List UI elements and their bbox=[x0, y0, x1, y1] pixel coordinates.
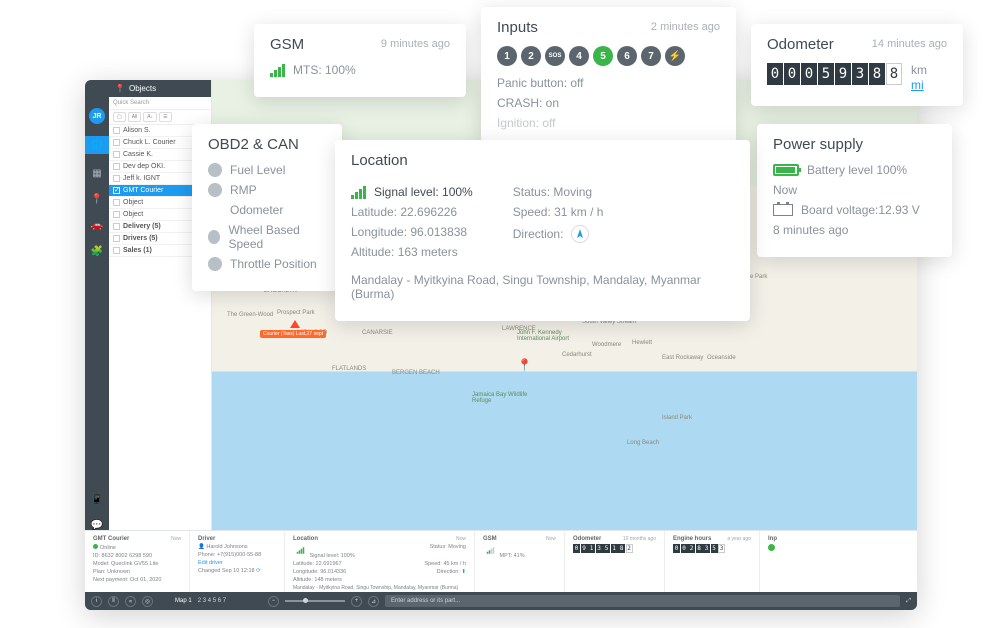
grid-icon[interactable]: ▦ bbox=[90, 166, 104, 180]
expand-icon[interactable]: ⤢ bbox=[906, 598, 911, 605]
battery-icon bbox=[773, 164, 799, 176]
map-label: Cedarhurst bbox=[562, 352, 592, 358]
target-icon[interactable]: ◎ bbox=[142, 596, 153, 607]
odometer-timestamp: 14 minutes ago bbox=[872, 38, 947, 50]
input-pin-4[interactable]: 4 bbox=[569, 46, 589, 66]
filter-all[interactable]: All bbox=[128, 112, 142, 122]
map-label: John F. Kennedy International Airport bbox=[517, 330, 577, 342]
input-pin-bolt[interactable]: ⚡ bbox=[665, 46, 685, 66]
layers-icon[interactable]: ⫴ bbox=[108, 596, 119, 607]
mini-odometer: 09135182 bbox=[573, 544, 656, 553]
inputs-timestamp: 2 minutes ago bbox=[651, 21, 720, 33]
pin-icon[interactable]: 📍 bbox=[90, 192, 104, 206]
phone-icon[interactable]: 📱 bbox=[90, 492, 104, 506]
map-label: Jamaica Bay Wildlife Refuge bbox=[472, 392, 532, 404]
map-tab[interactable]: Map 1 bbox=[175, 598, 192, 604]
input-pin-7[interactable]: 7 bbox=[641, 46, 661, 66]
gsm-timestamp: 9 minutes ago bbox=[381, 38, 450, 50]
unit-mi-link[interactable]: mi bbox=[911, 78, 924, 92]
card-power: Power supply Battery level 100% Now Boar… bbox=[757, 124, 952, 257]
objects-header: 📍Objects bbox=[109, 80, 211, 97]
info-icon[interactable]: i bbox=[91, 596, 102, 607]
address-input[interactable]: Enter address or its part... bbox=[385, 595, 900, 607]
bottom-info-bar: GMT CourierNow Online ID: 8632 8002 6298… bbox=[85, 530, 917, 592]
puzzle-icon[interactable]: 🧩 bbox=[90, 244, 104, 258]
edit-driver-link[interactable]: Edit driver bbox=[198, 560, 276, 566]
map-label: Oceanside bbox=[707, 355, 736, 361]
card-gsm: GSM 9 minutes ago MTS: 100% bbox=[254, 24, 466, 97]
map-label: BERGEN BEACH bbox=[392, 370, 440, 376]
location-title: Location bbox=[351, 152, 734, 169]
input-pin-1[interactable]: 1 bbox=[497, 46, 517, 66]
map-label: FLATLANDS bbox=[332, 366, 366, 372]
object-filters: ▢ All A↓ ☰ bbox=[109, 110, 211, 125]
input-pin-sos[interactable]: SOS bbox=[545, 46, 565, 66]
bottom-bar: i ⫴ ∝ ◎ Map 1 2 3 4 5 6 7 − + ⊿ Enter ad… bbox=[85, 592, 917, 610]
info-inputs: Inp bbox=[760, 531, 790, 592]
avatar[interactable]: JR bbox=[89, 108, 105, 124]
map-label: Prospect Park bbox=[277, 310, 315, 316]
board-voltage-icon bbox=[773, 204, 793, 216]
globe-icon[interactable]: 🌐 bbox=[85, 136, 109, 154]
input-pin-2[interactable]: 2 bbox=[521, 46, 541, 66]
power-title: Power supply bbox=[773, 136, 936, 153]
airport-pin-icon[interactable]: 📍 bbox=[517, 358, 532, 372]
map-label: Island Park bbox=[662, 415, 692, 421]
share-icon[interactable]: ∝ bbox=[125, 596, 136, 607]
card-location: Location Signal level: 100% Latitude: 22… bbox=[335, 140, 750, 321]
signal-icon bbox=[351, 186, 366, 199]
direction-icon bbox=[571, 225, 589, 243]
throttle-icon bbox=[208, 257, 222, 271]
info-location: LocationNow Signal level: 100%Status: Mo… bbox=[285, 531, 475, 592]
obd2-title: OBD2 & CAN bbox=[208, 136, 326, 153]
inputs-pins: 1 2 SOS 4 5 6 7 ⚡ bbox=[497, 46, 720, 66]
input-pin-6[interactable]: 6 bbox=[617, 46, 637, 66]
pin-icon: 📍 bbox=[115, 84, 125, 93]
map-label: Long Beach bbox=[627, 440, 659, 446]
odometer-units: kmmi bbox=[911, 63, 927, 92]
card-obd2: OBD2 & CAN Fuel Level RMP Odometer Wheel… bbox=[192, 124, 342, 291]
speed-icon bbox=[208, 230, 220, 244]
rpm-icon bbox=[208, 183, 222, 197]
map-label: CANARSIE bbox=[362, 330, 393, 336]
zoom-in-icon[interactable]: + bbox=[351, 596, 362, 607]
filter-menu[interactable]: ☰ bbox=[159, 112, 171, 122]
car-icon[interactable]: 🚗 bbox=[90, 218, 104, 232]
input-pin-5[interactable]: 5 bbox=[593, 46, 613, 66]
info-gsm: GSMNow MPT: 41% bbox=[475, 531, 565, 592]
odometer-digits: 00059388 bbox=[767, 63, 903, 85]
map-label: East Rockaway bbox=[662, 355, 703, 361]
info-engine-hours: Engine hoursa year ago 0028353 bbox=[665, 531, 760, 592]
ruler-icon[interactable]: ⊿ bbox=[368, 596, 379, 607]
mini-engine: 0028353 bbox=[673, 544, 751, 553]
fuel-icon bbox=[208, 163, 222, 177]
quick-search[interactable]: Quick Search bbox=[109, 97, 211, 110]
signal-icon bbox=[270, 64, 285, 77]
map-pin[interactable] bbox=[290, 320, 300, 330]
refresh-icon[interactable]: ⟳ bbox=[256, 568, 261, 574]
card-inputs: Inputs 2 minutes ago 1 2 SOS 4 5 6 7 ⚡ P… bbox=[481, 7, 736, 142]
info-odometer: Odometer10 months ago 09135182 bbox=[565, 531, 665, 592]
zoom-out-icon[interactable]: − bbox=[268, 596, 279, 607]
info-gmt: GMT CourierNow Online ID: 8632 8002 6298… bbox=[85, 531, 190, 592]
map-label: Woodmere bbox=[592, 342, 621, 348]
zoom-slider[interactable] bbox=[285, 600, 345, 602]
map-pin-label[interactable]: Courier (Tass) Last,27 sept bbox=[260, 330, 326, 338]
filter-sort[interactable]: A↓ bbox=[143, 112, 157, 122]
info-driver: Driver 👤 Harold Johnsons Phone: +7(915)0… bbox=[190, 531, 285, 592]
card-odometer: Odometer 14 minutes ago 00059388 kmmi bbox=[751, 24, 963, 106]
map-label: The Green-Wood bbox=[227, 312, 273, 318]
map-pages[interactable]: 2 3 4 5 6 7 bbox=[198, 598, 226, 604]
map-label: Hewlett bbox=[632, 340, 652, 346]
filter-square[interactable]: ▢ bbox=[113, 112, 126, 122]
